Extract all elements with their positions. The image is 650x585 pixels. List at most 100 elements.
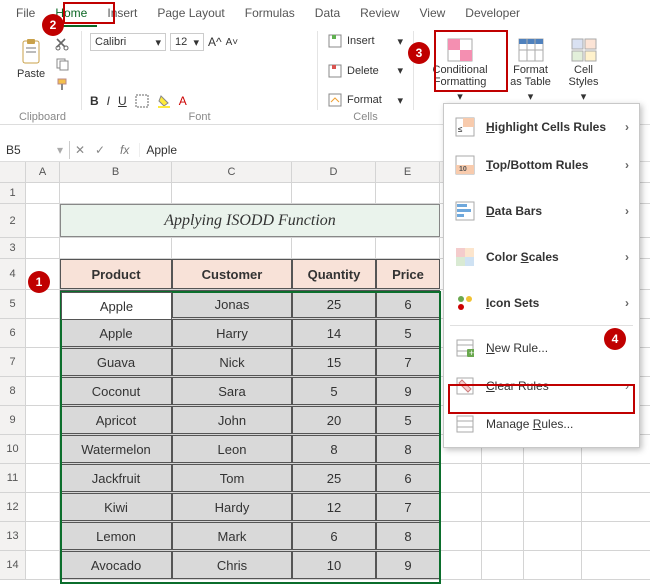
cell-quantity[interactable]: 8	[292, 435, 376, 463]
format-painter-icon[interactable]	[54, 76, 70, 92]
cell-quantity[interactable]: 14	[292, 319, 376, 347]
cell-product[interactable]: Apple	[60, 319, 172, 347]
cell-product[interactable]: Coconut	[60, 377, 172, 405]
cell-quantity[interactable]: 25	[292, 464, 376, 492]
cf-highlight-cells[interactable]: ≤ HHighlight Cells Rulesighlight Cells R…	[444, 108, 639, 146]
table-row: 14AvocadoChris109	[0, 551, 650, 580]
name-box[interactable]: B5▾	[0, 141, 70, 159]
col-head-c[interactable]: C	[172, 162, 292, 182]
cell-styles-button[interactable]: Cell Styles▾	[563, 33, 604, 108]
cell-product[interactable]: Avocado	[60, 551, 172, 579]
cf-color-scales[interactable]: Color Scales›	[444, 238, 639, 276]
cell-product[interactable]: Guava	[60, 348, 172, 376]
cell-price[interactable]: 9	[376, 377, 440, 405]
chevron-right-icon: ›	[625, 296, 629, 310]
cell-price[interactable]: 7	[376, 493, 440, 521]
cell-product[interactable]: Lemon	[60, 522, 172, 550]
new-rule-icon: +	[454, 337, 476, 359]
cell-price[interactable]: 8	[376, 522, 440, 550]
cf-clear-rules[interactable]: Clear Rules›	[444, 367, 639, 405]
tab-review[interactable]: Review	[350, 3, 409, 27]
data-bars-icon	[454, 200, 476, 222]
table-row: 13LemonMark68	[0, 522, 650, 551]
cell-customer[interactable]: Sara	[172, 377, 292, 405]
fill-color-button[interactable]	[157, 94, 171, 108]
cell-quantity[interactable]: 20	[292, 406, 376, 434]
col-head-d[interactable]: D	[292, 162, 376, 182]
cells-delete-button[interactable]: Delete▾	[326, 63, 405, 79]
cell-price[interactable]: 9	[376, 551, 440, 579]
cell-product[interactable]: Jackfruit	[60, 464, 172, 492]
cell-quantity[interactable]: 10	[292, 551, 376, 579]
cell-customer[interactable]: Mark	[172, 522, 292, 550]
cf-manage-rules[interactable]: Manage Rules...	[444, 405, 639, 443]
cell-customer[interactable]: Leon	[172, 435, 292, 463]
cell-quantity[interactable]: 12	[292, 493, 376, 521]
tab-file[interactable]: File	[6, 3, 45, 27]
cell-price[interactable]: 5	[376, 406, 440, 434]
cell-price[interactable]: 5	[376, 319, 440, 347]
table-header-customer: Customer	[172, 259, 292, 289]
borders-button[interactable]	[135, 94, 149, 108]
table-header-quantity: Quantity	[292, 259, 376, 289]
cell-product[interactable]: Watermelon	[60, 435, 172, 463]
cell-customer[interactable]: Chris	[172, 551, 292, 579]
chevron-right-icon: ›	[625, 158, 629, 172]
cell-price[interactable]: 7	[376, 348, 440, 376]
font-color-button[interactable]: A	[179, 94, 187, 108]
cell-product[interactable]: Apricot	[60, 406, 172, 434]
cell-price[interactable]: 8	[376, 435, 440, 463]
cell-customer[interactable]: John	[172, 406, 292, 434]
tab-insert[interactable]: Insert	[97, 3, 147, 27]
tab-data[interactable]: Data	[305, 3, 350, 27]
font-size-select[interactable]: 12▾	[170, 33, 204, 51]
cut-icon[interactable]	[54, 36, 70, 52]
ribbon-group-clipboard: Paste Clipboard	[4, 31, 82, 110]
cells-format-button[interactable]: Format▾	[326, 92, 405, 108]
group-label-cells: Cells	[318, 111, 413, 123]
color-scales-icon	[454, 246, 476, 268]
fx-icon[interactable]: fx	[110, 143, 140, 157]
conditional-formatting-button[interactable]: Conditional Formatting▾	[422, 33, 498, 108]
bold-button[interactable]: B	[90, 94, 99, 108]
active-cell[interactable]: Apple	[61, 292, 172, 320]
cell-customer[interactable]: Nick	[172, 348, 292, 376]
cell-customer[interactable]: Hardy	[172, 493, 292, 521]
select-all-corner[interactable]	[0, 162, 26, 182]
format-as-table-button[interactable]: Format as Table▾	[502, 33, 559, 108]
tab-developer[interactable]: Developer	[455, 3, 530, 27]
cf-icon-sets[interactable]: Icon Sets›	[444, 284, 639, 322]
cell-product[interactable]: Kiwi	[60, 493, 172, 521]
cell-customer[interactable]: Jonas	[172, 290, 292, 318]
increase-font-icon[interactable]: A^	[208, 35, 222, 49]
cells-insert-button[interactable]: Insert▾	[326, 33, 405, 49]
chevron-right-icon: ›	[625, 379, 629, 393]
cell-price[interactable]: 6	[376, 464, 440, 492]
copy-icon[interactable]	[54, 56, 70, 72]
cell-quantity[interactable]: 5	[292, 377, 376, 405]
cell-customer[interactable]: Tom	[172, 464, 292, 492]
tab-formulas[interactable]: Formulas	[235, 3, 305, 27]
cell-price[interactable]: 6	[376, 290, 440, 318]
col-head-a[interactable]: A	[26, 162, 60, 182]
cell-quantity[interactable]: 6	[292, 522, 376, 550]
cf-data-bars[interactable]: Data Bars›	[444, 192, 639, 230]
tab-page-layout[interactable]: Page Layout	[147, 3, 234, 27]
confirm-edit-icon[interactable]: ✓	[90, 143, 110, 157]
paste-button[interactable]: Paste	[12, 33, 50, 92]
cf-top-bottom[interactable]: 10 Top/Bottom Rules›	[444, 146, 639, 184]
paste-label: Paste	[17, 68, 45, 80]
underline-button[interactable]: U	[118, 94, 127, 108]
cancel-edit-icon[interactable]: ✕	[70, 143, 90, 157]
decrease-font-icon[interactable]: A˅	[226, 37, 239, 48]
cell-customer[interactable]: Harry	[172, 319, 292, 347]
group-label-font: Font	[82, 111, 317, 123]
cell-quantity[interactable]: 25	[292, 290, 376, 318]
font-family-select[interactable]: Calibri▾	[90, 33, 166, 51]
tab-view[interactable]: View	[410, 3, 456, 27]
col-head-b[interactable]: B	[60, 162, 172, 182]
cell-quantity[interactable]: 15	[292, 348, 376, 376]
italic-button[interactable]: I	[107, 94, 110, 108]
table-row: 12KiwiHardy127	[0, 493, 650, 522]
col-head-e[interactable]: E	[376, 162, 440, 182]
